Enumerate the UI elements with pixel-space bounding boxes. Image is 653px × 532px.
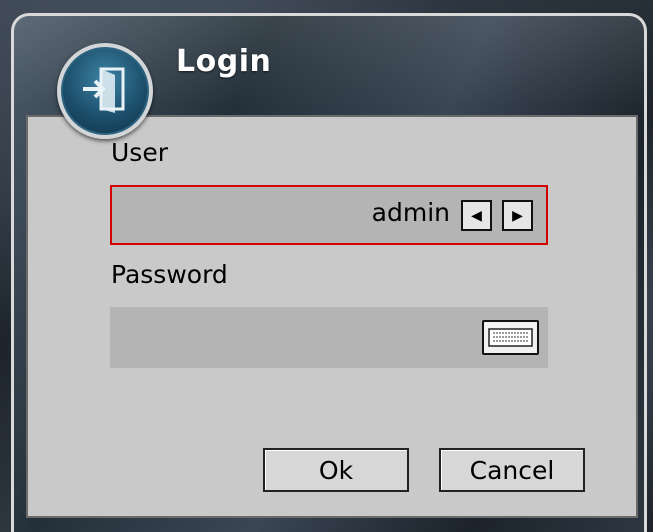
dialog-title: Login <box>176 44 272 79</box>
login-door-icon <box>57 43 153 139</box>
arrow-right-icon: ▶ <box>512 207 523 224</box>
ok-button[interactable]: Ok <box>263 448 409 492</box>
user-value: admin <box>371 198 450 227</box>
user-label: User <box>111 138 168 167</box>
arrow-left-icon: ◀ <box>471 207 482 224</box>
next-user-button[interactable]: ▶ <box>502 200 533 231</box>
cancel-button[interactable]: Cancel <box>439 448 585 492</box>
user-selector[interactable]: admin ◀ ▶ <box>110 185 548 245</box>
keyboard-icon <box>488 328 533 347</box>
keyboard-button[interactable] <box>482 320 539 355</box>
password-label: Password <box>111 260 228 289</box>
previous-user-button[interactable]: ◀ <box>461 200 492 231</box>
password-field[interactable] <box>110 307 548 368</box>
